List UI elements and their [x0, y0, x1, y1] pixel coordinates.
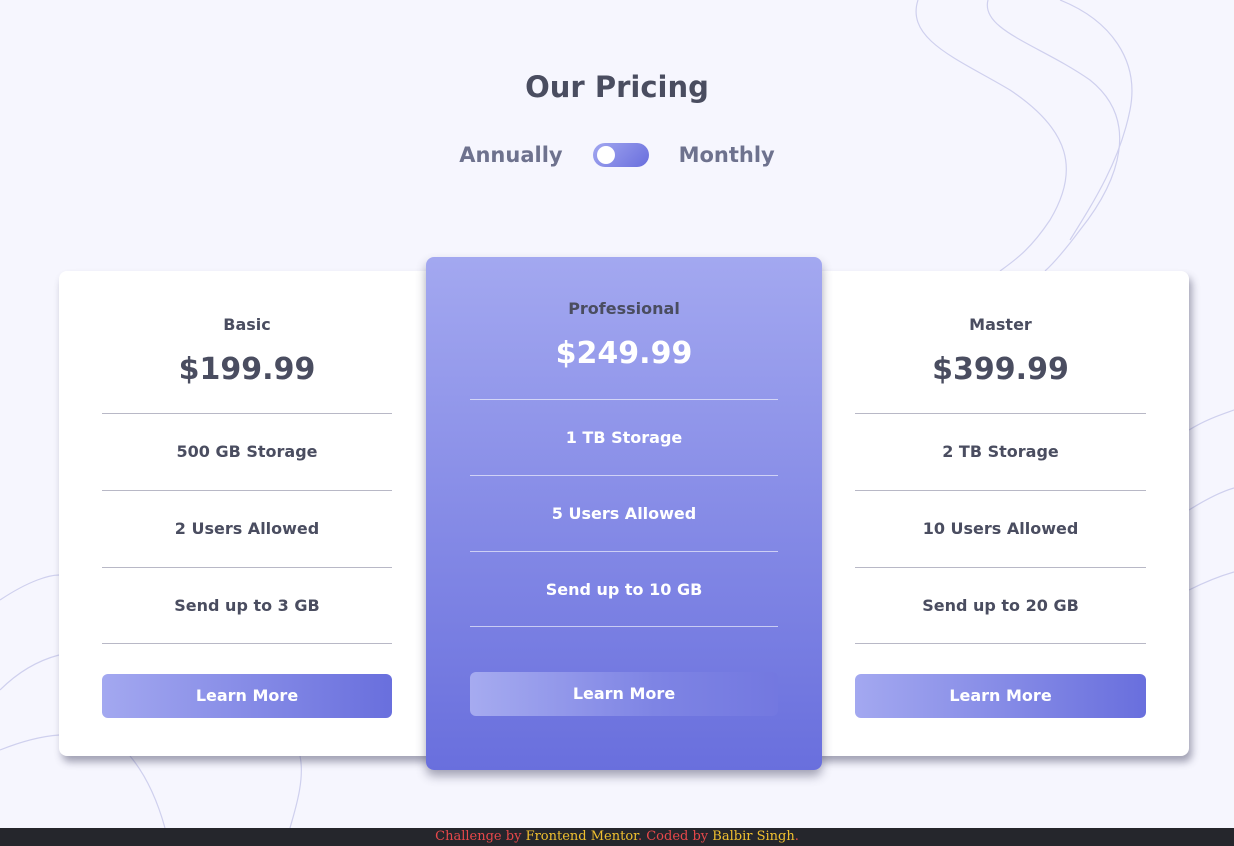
footer-suffix: .: [794, 829, 799, 844]
frontend-mentor-link[interactable]: Frontend Mentor: [526, 829, 638, 844]
feature-item: 2 TB Storage: [855, 413, 1146, 490]
plan-name: Master: [969, 315, 1032, 334]
author-link[interactable]: Balbir Singh: [712, 829, 794, 844]
plan-card-professional: Professional $249.99 1 TB Storage 5 User…: [426, 257, 822, 770]
page-title: Our Pricing: [525, 70, 709, 104]
learn-more-button[interactable]: Learn More: [102, 674, 392, 718]
switch-knob[interactable]: [596, 146, 615, 164]
feature-item: Send up to 20 GB: [855, 567, 1146, 644]
plan-card-master: Master $399.99 2 TB Storage 10 Users All…: [812, 271, 1189, 756]
feature-list: 2 TB Storage 10 Users Allowed Send up to…: [855, 413, 1146, 644]
footer-middle: . Coded by: [637, 829, 713, 844]
plan-price: $399.99: [932, 352, 1069, 387]
feature-item: 1 TB Storage: [470, 399, 778, 475]
billing-toggle-row: Annually Monthly: [0, 143, 1234, 167]
plan-price: $199.99: [178, 352, 316, 387]
billing-period-switch[interactable]: [592, 143, 649, 167]
monthly-label: Monthly: [678, 143, 775, 167]
feature-item: 2 Users Allowed: [102, 490, 392, 567]
feature-item: Send up to 10 GB: [470, 551, 778, 627]
plan-card-basic: Basic $199.99 500 GB Storage 2 Users All…: [59, 271, 435, 756]
plan-name: Professional: [568, 299, 680, 318]
feature-list: 500 GB Storage 2 Users Allowed Send up t…: [102, 413, 392, 644]
attribution-footer: Challenge by Frontend Mentor. Coded by B…: [0, 828, 1234, 846]
feature-item: 500 GB Storage: [102, 413, 392, 490]
learn-more-button[interactable]: Learn More: [470, 672, 778, 716]
plan-name: Basic: [223, 315, 271, 334]
learn-more-button[interactable]: Learn More: [855, 674, 1146, 718]
feature-item: Send up to 3 GB: [102, 567, 392, 644]
annually-label: Annually: [459, 143, 563, 167]
plan-price: $249.99: [555, 336, 693, 371]
feature-item: 5 Users Allowed: [470, 475, 778, 551]
footer-prefix: Challenge by: [435, 829, 526, 844]
feature-item: 10 Users Allowed: [855, 490, 1146, 567]
feature-list: 1 TB Storage 5 Users Allowed Send up to …: [470, 399, 778, 627]
